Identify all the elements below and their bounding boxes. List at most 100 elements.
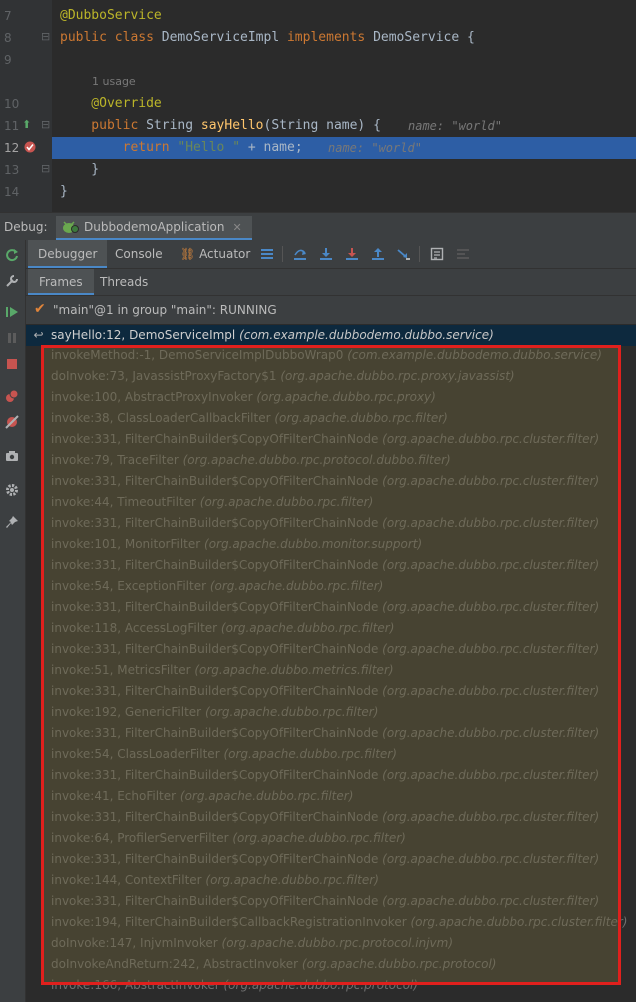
run-to-cursor-icon[interactable]	[394, 244, 414, 264]
frame-row[interactable]: invoke:41, EchoFilter (org.apache.dubbo.…	[26, 786, 636, 807]
code-line[interactable]: public class DemoServiceImpl implements …	[52, 27, 636, 49]
code-line[interactable]: }	[52, 181, 636, 203]
gutter-line[interactable]: 12	[0, 137, 52, 159]
tab-threads[interactable]: Threads	[89, 269, 159, 295]
run-config-tab[interactable]: DubbodemoApplication ✕	[56, 216, 252, 240]
frame-row[interactable]: invoke:101, MonitorFilter (org.apache.du…	[26, 534, 636, 555]
layout-menu-icon[interactable]	[257, 244, 277, 264]
frame-row[interactable]: invoke:331, FilterChainBuilder$CopyOfFil…	[26, 723, 636, 744]
trace-stream-icon[interactable]	[453, 244, 473, 264]
frame-row[interactable]: invoke:118, AccessLogFilter (org.apache.…	[26, 618, 636, 639]
gutter-line[interactable]: 13 ⊟	[0, 159, 52, 181]
inline-debug-value: name: "world"	[328, 141, 422, 155]
frame-row[interactable]: invoke:331, FilterChainBuilder$CopyOfFil…	[26, 513, 636, 534]
current-execution-line[interactable]: return "Hello " + name; name: "world"	[52, 137, 636, 159]
frame-row[interactable]: invoke:331, FilterChainBuilder$CopyOfFil…	[26, 555, 636, 576]
camera-icon[interactable]	[2, 446, 22, 466]
debugger-tab-bar: Debugger Console ⛓ Actuator	[26, 240, 636, 269]
frame-row[interactable]: invoke:194, FilterChainBuilder$CallbackR…	[26, 912, 636, 933]
frame-method: invoke:51, MetricsFilter	[51, 663, 195, 677]
settings-gear-icon[interactable]	[2, 480, 22, 500]
frame-method: invoke:166, AbstractInvoker	[51, 978, 224, 992]
evaluate-expression-icon[interactable]	[427, 244, 447, 264]
run-config-name: DubbodemoApplication	[84, 220, 225, 234]
thread-selector[interactable]: ✔ "main"@1 in group "main": RUNNING	[26, 296, 636, 325]
step-out-icon[interactable]	[368, 244, 388, 264]
frames-list[interactable]: ↩ sayHello:12, DemoServiceImpl (com.examp…	[26, 325, 636, 1002]
frame-row[interactable]: invoke:331, FilterChainBuilder$CopyOfFil…	[26, 891, 636, 912]
close-icon[interactable]: ✕	[233, 221, 242, 234]
code-line[interactable]: }	[52, 159, 636, 181]
tab-console[interactable]: Console	[105, 240, 173, 268]
frame-row[interactable]: invoke:144, ContextFilter (org.apache.du…	[26, 870, 636, 891]
frame-package: (org.apache.dubbo.rpc.cluster.filter)	[382, 810, 600, 824]
fold-icon[interactable]: ⊟	[41, 119, 50, 131]
gutter-line[interactable]: 11 ⬆ ⊟	[0, 115, 52, 137]
gutter-line[interactable]	[0, 71, 52, 93]
frame-row[interactable]: doInvoke:147, InjvmInvoker (org.apache.d…	[26, 933, 636, 954]
pause-program-icon[interactable]	[2, 328, 22, 348]
frame-row[interactable]: invoke:331, FilterChainBuilder$CopyOfFil…	[26, 849, 636, 870]
gutter-line[interactable]: 7	[0, 5, 52, 27]
tab-debugger[interactable]: Debugger	[28, 240, 108, 268]
frame-method: invoke:331, FilterChainBuilder$CopyOfFil…	[51, 810, 383, 824]
usage-hint[interactable]: 1 usage	[92, 75, 136, 88]
code-line[interactable]: 1 usage	[52, 71, 636, 93]
code-token: String	[146, 118, 201, 133]
gutter-line[interactable]: 8 ⊟	[0, 27, 52, 49]
frame-package: (org.apache.dubbo.metrics.filter)	[194, 663, 394, 677]
frame-row[interactable]: invoke:331, FilterChainBuilder$CopyOfFil…	[26, 639, 636, 660]
frame-row[interactable]: doInvokeAndReturn:242, AbstractInvoker (…	[26, 954, 636, 975]
view-breakpoints-icon[interactable]	[2, 386, 22, 406]
tab-frames[interactable]: Frames	[28, 269, 94, 295]
breakpoint-icon[interactable]	[24, 141, 36, 156]
frame-row[interactable]: invoke:331, FilterChainBuilder$CopyOfFil…	[26, 471, 636, 492]
rerun-icon[interactable]	[2, 245, 22, 265]
frame-row[interactable]: invoke:44, TimeoutFilter (org.apache.dub…	[26, 492, 636, 513]
force-step-into-icon[interactable]	[342, 244, 362, 264]
frame-row[interactable]: invoke:54, ExceptionFilter (org.apache.d…	[26, 576, 636, 597]
code-line[interactable]: @Override	[52, 93, 636, 115]
code-line[interactable]	[52, 49, 636, 71]
frame-row[interactable]: invoke:64, ProfilerServerFilter (org.apa…	[26, 828, 636, 849]
frame-row[interactable]: invoke:100, AbstractProxyInvoker (org.ap…	[26, 387, 636, 408]
frame-row[interactable]: invoke:331, FilterChainBuilder$CopyOfFil…	[26, 807, 636, 828]
frame-row[interactable]: invoke:331, FilterChainBuilder$CopyOfFil…	[26, 597, 636, 618]
implements-method-icon[interactable]: ⬆	[22, 119, 31, 131]
fold-icon[interactable]: ⊟	[41, 31, 50, 43]
debug-tool-window-header: Debug: DubbodemoApplication ✕	[0, 212, 636, 241]
modify-run-config-icon[interactable]	[2, 271, 22, 291]
tab-actuator[interactable]: ⛓ Actuator	[172, 240, 260, 268]
frame-row[interactable]: invoke:38, ClassLoaderCallbackFilter (or…	[26, 408, 636, 429]
frame-row[interactable]: doInvoke:73, JavassistProxyFactory$1 (or…	[26, 366, 636, 387]
line-number: 13	[4, 163, 20, 177]
step-over-icon[interactable]	[290, 244, 310, 264]
selected-frame-row[interactable]: ↩ sayHello:12, DemoServiceImpl (com.examp…	[26, 325, 636, 346]
resume-program-icon[interactable]	[2, 302, 22, 322]
frame-row[interactable]: invoke:192, GenericFilter (org.apache.du…	[26, 702, 636, 723]
editor-gutter[interactable]: 7 8 ⊟ 9 10 11 ⬆ ⊟ 12 13 ⊟ 14	[0, 0, 52, 212]
code-line[interactable]: @DubboService	[52, 5, 636, 27]
step-into-icon[interactable]	[316, 244, 336, 264]
mute-breakpoints-icon[interactable]	[2, 412, 22, 432]
toolbar-separator	[419, 246, 420, 262]
frame-row[interactable]: invokeMethod:-1, DemoServiceImplDubboWra…	[26, 345, 636, 366]
code-token: return	[60, 140, 178, 155]
frame-row[interactable]: invoke:331, FilterChainBuilder$CopyOfFil…	[26, 765, 636, 786]
frame-row[interactable]: invoke:51, MetricsFilter (org.apache.dub…	[26, 660, 636, 681]
gutter-line[interactable]: 9	[0, 49, 52, 71]
frame-method: invoke:331, FilterChainBuilder$CopyOfFil…	[51, 684, 383, 698]
frame-row[interactable]: invoke:331, FilterChainBuilder$CopyOfFil…	[26, 429, 636, 450]
stop-icon[interactable]	[2, 354, 22, 374]
gutter-line[interactable]: 10	[0, 93, 52, 115]
frame-row[interactable]: invoke:54, ClassLoaderFilter (org.apache…	[26, 744, 636, 765]
fold-icon[interactable]: ⊟	[41, 163, 50, 175]
line-number: 8	[4, 31, 12, 45]
code-editor[interactable]: 7 8 ⊟ 9 10 11 ⬆ ⊟ 12 13 ⊟ 14 @DubboService public cl…	[0, 0, 636, 212]
frame-row[interactable]: invoke:79, TraceFilter (org.apache.dubbo…	[26, 450, 636, 471]
pin-icon[interactable]	[2, 512, 22, 532]
gutter-line[interactable]: 14	[0, 181, 52, 203]
frame-row[interactable]: invoke:331, FilterChainBuilder$CopyOfFil…	[26, 681, 636, 702]
code-line[interactable]: public String sayHello(String name) {nam…	[52, 115, 636, 137]
frame-row[interactable]: invoke:166, AbstractInvoker (org.apache.…	[26, 975, 636, 996]
